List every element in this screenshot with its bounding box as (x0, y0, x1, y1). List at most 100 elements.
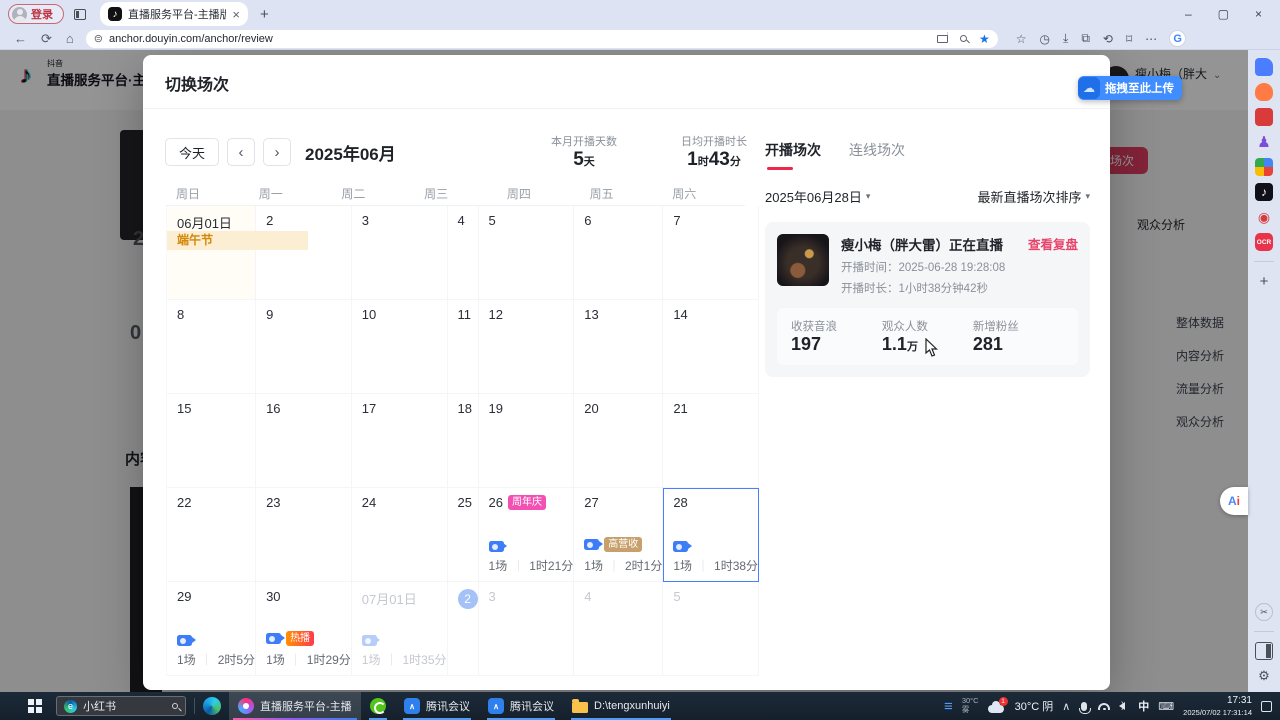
briefcase-extension-icon[interactable] (1255, 108, 1273, 126)
speaker-icon[interactable] (1119, 702, 1125, 710)
taskbar-app-green[interactable] (361, 692, 395, 720)
calendar-day-cell[interactable]: 3 (479, 582, 575, 676)
calendar-day-cell[interactable]: 16 (256, 394, 352, 488)
calendar-day-cell[interactable]: 26 周年庆 1场｜1时21分 (479, 488, 575, 582)
weather-temperature[interactable]: 30°C 阴 (1015, 698, 1054, 714)
calendar-day-cell[interactable]: 15 (167, 394, 256, 488)
calendar-day-cell[interactable]: 2 (256, 206, 352, 300)
wifi-icon[interactable] (1098, 703, 1110, 710)
sort-dropdown[interactable]: 最新直播场次排序 ▾ (977, 187, 1090, 206)
calendar-day-cell[interactable]: 9 (256, 300, 352, 394)
ai-assistant-button[interactable]: Ai (1220, 487, 1248, 515)
browser-login-button[interactable]: 登录 (8, 4, 64, 24)
tab-search-icon[interactable] (74, 9, 86, 20)
edge-browser-icon[interactable] (203, 697, 221, 715)
calendar-day-cell[interactable]: 23 (256, 488, 352, 582)
address-bar[interactable]: ⊜ anchor.douyin.com/anchor/review ★ (86, 30, 998, 48)
back-icon[interactable]: ← (14, 31, 27, 46)
menu-item[interactable]: 流量分析 (1176, 380, 1224, 397)
calendar-day-cell[interactable]: 22 (167, 488, 256, 582)
menu-item[interactable]: 内容分析 (1176, 347, 1224, 364)
tab-broadcast-sessions[interactable]: 开播场次 (765, 140, 821, 170)
calendar-day-cell[interactable]: 28 1场｜1时38分 (663, 488, 759, 582)
briefcase-icon[interactable]: ⌑ (1126, 32, 1132, 46)
spacer[interactable] (1255, 297, 1273, 603)
history-icon[interactable]: ⟲ (1103, 32, 1113, 46)
calendar-day-cell[interactable]: 4 (448, 206, 479, 300)
window-minimize-button[interactable]: – (1185, 8, 1192, 20)
calendar-day-cell[interactable]: 13 (574, 300, 663, 394)
drag-upload-pill[interactable]: ☁ 拖拽至此上传 (1078, 76, 1182, 100)
calendar-day-cell[interactable]: 20 (574, 394, 663, 488)
calendar-day-cell[interactable]: 29 1场｜2时5分 (167, 582, 256, 676)
bookmark-star-icon[interactable]: ★ (979, 32, 990, 46)
calendar-day-cell[interactable]: 24 (352, 488, 448, 582)
notification-center-icon[interactable] (1261, 701, 1272, 712)
star-extension-icon[interactable]: ☆ (1016, 32, 1027, 46)
weather-cloud-icon[interactable]: 1 (988, 700, 1006, 713)
view-review-link[interactable]: 查看复盘 (1028, 234, 1078, 253)
taskbar-app-tencent-meeting[interactable]: ∧ 腾讯会议 (395, 692, 479, 720)
date-filter-dropdown[interactable]: 2025年06月28日 ▾ (765, 187, 870, 206)
calendar-day-cell[interactable]: 5 (479, 206, 575, 300)
clock-extension-icon[interactable]: ◷ (1040, 32, 1050, 46)
taskbar-app-live-platform[interactable]: 直播服务平台-主播... (229, 692, 361, 720)
calendar-day-cell[interactable]: 10 (352, 300, 448, 394)
prev-month-button[interactable]: ‹ (227, 138, 255, 166)
new-tab-button[interactable]: + (260, 6, 269, 23)
settings-gear-icon[interactable]: ⚙ (1255, 667, 1273, 685)
ocr-extension-icon[interactable]: OCR (1255, 233, 1273, 251)
calendar-day-cell[interactable]: 12 (479, 300, 575, 394)
ime-indicator[interactable]: 中 (1138, 698, 1149, 714)
divider[interactable] (1254, 631, 1274, 632)
url-text[interactable]: anchor.douyin.com/anchor/review (109, 33, 931, 45)
calendar-day-cell[interactable]: 7 (663, 206, 759, 300)
site-settings-icon[interactable]: ⊜ (94, 32, 103, 45)
tiktok-extension-icon[interactable]: ♪ (1255, 183, 1273, 201)
grid-extension-icon[interactable] (1255, 158, 1273, 176)
send-to-device-icon[interactable] (937, 35, 948, 43)
today-button[interactable]: 今天 (165, 138, 219, 166)
calendar-day-cell[interactable]: 18 (448, 394, 479, 488)
menu-item[interactable]: 整体数据 (1176, 314, 1224, 331)
tab-link-sessions[interactable]: 连线场次 (849, 140, 905, 170)
chess-extension-icon[interactable]: ♟ (1255, 133, 1273, 151)
calendar-day-cell[interactable]: 21 (663, 394, 759, 488)
download-icon[interactable]: ⤓ (1063, 31, 1068, 46)
calendar-day-cell[interactable]: 3 (352, 206, 448, 300)
browser-tab[interactable]: ♪ 直播服务平台-主播版 × (100, 2, 248, 26)
calendar-day-cell[interactable]: 6 (574, 206, 663, 300)
calendar-day-cell[interactable]: 25 (448, 488, 479, 582)
eye-extension-icon[interactable]: ◉ (1255, 208, 1273, 226)
calendar-day-cell[interactable]: 11 (448, 300, 479, 394)
keyboard-icon[interactable]: ⌨ (1158, 700, 1174, 713)
calendar-day-cell[interactable]: 4 (574, 582, 663, 676)
taskbar-app-tencent-meeting-2[interactable]: ∧ 腾讯会议 (479, 692, 563, 720)
taskbar-search[interactable]: e 小红书 (56, 696, 186, 716)
show-hidden-icons[interactable]: ∧ (1062, 700, 1070, 713)
menu-item[interactable]: 观众分析 (1176, 413, 1224, 430)
microphone-icon[interactable] (1081, 702, 1087, 711)
taskbar-app-folder[interactable]: D:\tengxunhuiyi (563, 692, 679, 720)
side-panel-icon[interactable] (1255, 642, 1273, 660)
hamburger-menu-icon[interactable]: ≡ (944, 698, 953, 715)
refresh-icon[interactable]: ⟳ (41, 31, 52, 47)
calendar-day-cell[interactable]: 07月01日 1场｜1时35分 (352, 582, 448, 676)
fox-extension-icon[interactable] (1255, 83, 1273, 101)
taskbar-clock[interactable]: 17:31 2025/07/02 17:31:14 (1183, 695, 1252, 717)
next-month-button[interactable]: › (263, 138, 291, 166)
divider[interactable] (1254, 261, 1274, 262)
calendar-day-cell[interactable]: 06月01日 端午节 (167, 206, 256, 300)
calendar-day-cell[interactable]: 30 热播 1场｜1时29分 (256, 582, 352, 676)
more-menu-icon[interactable]: ⋯ (1145, 32, 1157, 46)
google-profile-icon[interactable]: G (1169, 30, 1186, 47)
reading-list-icon[interactable]: ⧉ (1081, 31, 1090, 46)
calendar-day-cell[interactable]: 2 (448, 582, 479, 676)
window-close-button[interactable]: × (1255, 8, 1262, 20)
cut-tool-icon[interactable]: ✂ (1255, 603, 1273, 621)
home-icon[interactable]: ⌂ (66, 31, 74, 46)
add-extension-icon[interactable]: + (1255, 272, 1273, 290)
calendar-day-cell[interactable]: 19 (479, 394, 575, 488)
nav-item-audience[interactable]: 观众分析 (1137, 216, 1185, 233)
weather-widget-small[interactable]: 30°C 雾 (962, 697, 979, 714)
